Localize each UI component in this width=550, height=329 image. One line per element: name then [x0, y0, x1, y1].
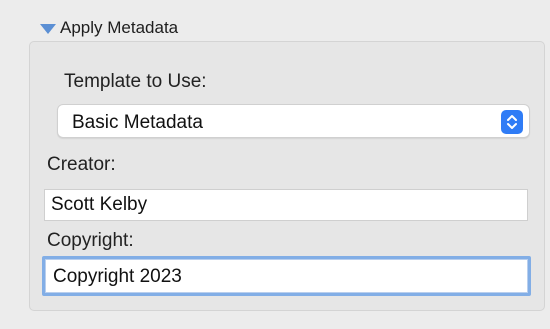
apply-metadata-window: Apply Metadata Template to Use: Basic Me…: [0, 0, 550, 329]
copyright-label: Copyright:: [47, 230, 134, 251]
template-popup-button[interactable]: Basic Metadata: [57, 104, 530, 138]
creator-field[interactable]: Scott Kelby: [44, 189, 528, 221]
section-title: Apply Metadata: [60, 18, 179, 37]
disclosure-triangle-icon[interactable]: [40, 24, 56, 34]
template-label: Template to Use:: [64, 71, 207, 92]
creator-label: Creator:: [47, 154, 116, 175]
template-selected-value: Basic Metadata: [72, 112, 203, 133]
apply-metadata-section-header[interactable]: Apply Metadata: [40, 16, 178, 40]
copyright-field[interactable]: Copyright 2023: [42, 256, 531, 296]
copyright-value: Copyright 2023: [53, 266, 182, 287]
chevron-up-down-icon[interactable]: [501, 110, 523, 134]
creator-value: Scott Kelby: [51, 194, 148, 215]
